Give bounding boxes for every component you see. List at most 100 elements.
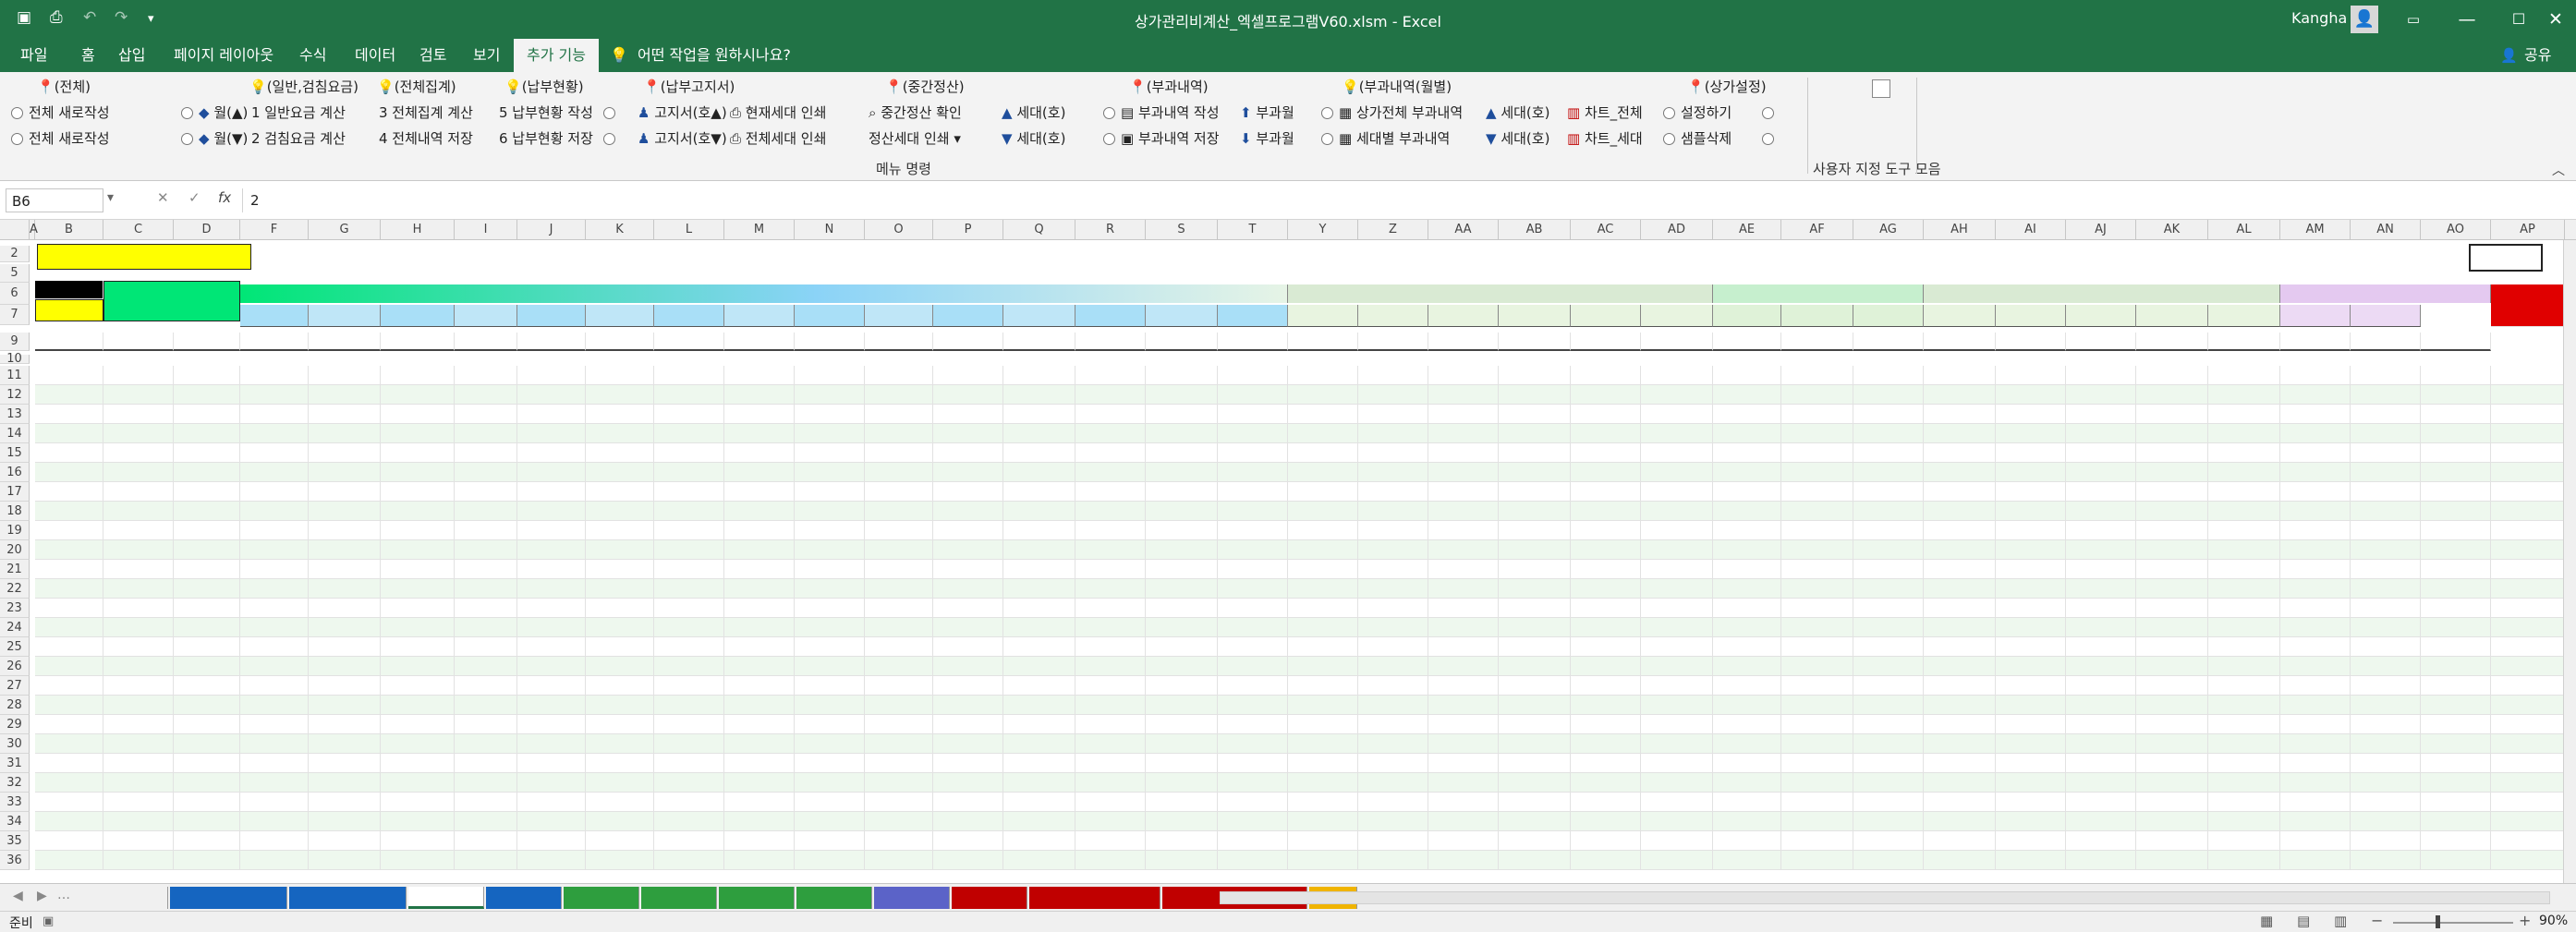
table-cell[interactable] — [1924, 424, 1996, 443]
table-cell[interactable] — [1571, 502, 1641, 521]
table-cell[interactable] — [2136, 579, 2208, 599]
table-cell[interactable] — [1075, 793, 1146, 812]
table-cell[interactable] — [1003, 773, 1075, 793]
table-cell[interactable] — [1358, 851, 1428, 870]
table-cell[interactable] — [1428, 482, 1499, 502]
table-cell[interactable] — [1499, 502, 1571, 521]
table-cell[interactable] — [35, 482, 103, 502]
table-cell[interactable] — [2421, 521, 2491, 540]
table-cell[interactable] — [724, 793, 795, 812]
table-cell[interactable] — [2066, 793, 2136, 812]
table-cell[interactable] — [1003, 657, 1075, 676]
table-cell[interactable] — [517, 618, 586, 637]
tab-scroll-right-icon[interactable]: ▶ — [37, 889, 47, 903]
maximize-icon[interactable]: ☐ — [2498, 4, 2539, 35]
table-cell[interactable] — [1003, 734, 1075, 754]
table-cell[interactable] — [455, 754, 517, 773]
table-cell[interactable] — [1499, 812, 1571, 831]
table-cell[interactable] — [174, 676, 240, 696]
table-cell[interactable] — [2066, 696, 2136, 715]
table-cell[interactable] — [1218, 831, 1288, 851]
table-cell[interactable] — [103, 424, 174, 443]
table-cell[interactable] — [1075, 405, 1146, 424]
table-cell[interactable] — [2421, 773, 2491, 793]
table-cell[interactable] — [1288, 366, 1358, 385]
table-cell[interactable] — [1713, 851, 1781, 870]
sheet-tab[interactable] — [1029, 887, 1160, 909]
table-cell[interactable] — [1996, 851, 2066, 870]
table-cell[interactable] — [586, 676, 654, 696]
column-header[interactable]: AO — [2421, 220, 2491, 240]
table-cell[interactable] — [240, 657, 309, 676]
table-cell[interactable] — [103, 831, 174, 851]
table-cell[interactable] — [1996, 754, 2066, 773]
table-cell[interactable] — [2066, 599, 2136, 618]
print-all-button[interactable]: ⎙ 전체세대 인쇄 — [730, 127, 826, 150]
table-cell[interactable] — [2491, 599, 2565, 618]
table-cell[interactable] — [2066, 637, 2136, 657]
table-cell[interactable] — [2136, 657, 2208, 676]
table-cell[interactable] — [654, 851, 724, 870]
table-cell[interactable] — [2208, 385, 2280, 405]
table-cell[interactable] — [865, 793, 933, 812]
table-cell[interactable] — [1075, 443, 1146, 463]
table-cell[interactable] — [1075, 618, 1146, 637]
sheet-tab[interactable] — [952, 887, 1027, 909]
table-cell[interactable] — [35, 773, 103, 793]
table-cell[interactable] — [1924, 618, 1996, 637]
table-cell[interactable] — [724, 637, 795, 657]
table-cell[interactable] — [1146, 754, 1218, 773]
table-cell[interactable] — [35, 715, 103, 734]
name-box-dropdown-icon[interactable]: ▾ — [107, 190, 114, 205]
table-cell[interactable] — [1996, 385, 2066, 405]
table-cell[interactable] — [1146, 540, 1218, 560]
table-cell[interactable] — [2136, 482, 2208, 502]
table-cell[interactable] — [1288, 773, 1358, 793]
table-cell[interactable] — [2280, 754, 2351, 773]
column-header[interactable]: Q — [1003, 220, 1075, 240]
table-cell[interactable] — [724, 540, 795, 560]
table-cell[interactable] — [517, 696, 586, 715]
table-cell[interactable] — [1924, 754, 1996, 773]
sheet-tab[interactable] — [564, 887, 639, 909]
table-cell[interactable] — [1146, 502, 1218, 521]
column-header[interactable]: AN — [2351, 220, 2421, 240]
table-cell[interactable] — [2421, 793, 2491, 812]
table-cell[interactable] — [1996, 463, 2066, 482]
table-cell[interactable] — [1641, 424, 1713, 443]
table-cell[interactable] — [103, 502, 174, 521]
table-cell[interactable] — [1641, 560, 1713, 579]
table-cell[interactable] — [795, 579, 865, 599]
table-cell[interactable] — [1288, 754, 1358, 773]
table-cell[interactable] — [309, 540, 381, 560]
table-cell[interactable] — [795, 715, 865, 734]
table-cell[interactable] — [2491, 366, 2565, 385]
table-cell[interactable] — [1996, 793, 2066, 812]
table-cell[interactable] — [2208, 424, 2280, 443]
table-cell[interactable] — [174, 696, 240, 715]
table-cell[interactable] — [381, 599, 455, 618]
zoom-out-icon[interactable]: − — [2371, 912, 2383, 929]
table-cell[interactable] — [1641, 696, 1713, 715]
table-cell[interactable] — [103, 521, 174, 540]
table-cell[interactable] — [1003, 793, 1075, 812]
table-cell[interactable] — [1146, 676, 1218, 696]
table-cell[interactable] — [2351, 424, 2421, 443]
table-cell[interactable] — [586, 734, 654, 754]
table-cell[interactable] — [795, 734, 865, 754]
table-cell[interactable] — [1358, 793, 1428, 812]
table-cell[interactable] — [2208, 831, 2280, 851]
table-cell[interactable] — [865, 676, 933, 696]
table-cell[interactable] — [240, 463, 309, 482]
table-cell[interactable] — [724, 831, 795, 851]
table-cell[interactable] — [1571, 579, 1641, 599]
table-cell[interactable] — [1713, 521, 1781, 540]
column-header[interactable]: G — [309, 220, 381, 240]
table-cell[interactable] — [1499, 793, 1571, 812]
column-header[interactable]: AD — [1641, 220, 1713, 240]
table-cell[interactable] — [1218, 599, 1288, 618]
formula-input[interactable]: 2 — [242, 188, 2565, 212]
table-cell[interactable] — [2421, 599, 2491, 618]
column-header[interactable]: S — [1146, 220, 1218, 240]
table-cell[interactable] — [1499, 579, 1571, 599]
